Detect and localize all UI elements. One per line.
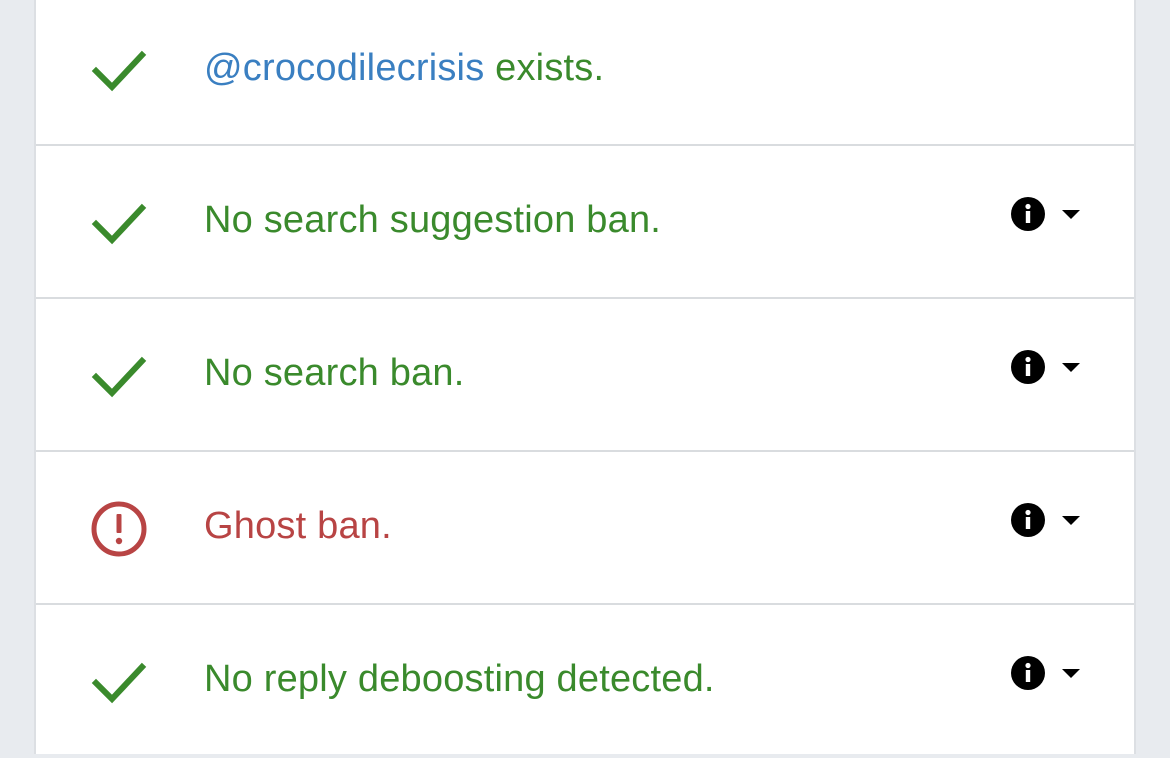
result-row-exists: @crocodilecrisis exists. xyxy=(36,0,1134,146)
result-row-ghost-ban: Ghost ban. xyxy=(36,452,1134,605)
info-icon[interactable] xyxy=(1010,502,1046,538)
details-toggle[interactable] xyxy=(1010,196,1082,232)
results-card: @crocodilecrisis exists. No search sugge… xyxy=(34,0,1136,754)
result-label: No search ban. xyxy=(204,352,465,394)
result-label: Ghost ban. xyxy=(204,505,392,547)
check-icon xyxy=(90,653,148,711)
chevron-down-icon[interactable] xyxy=(1060,514,1082,526)
info-icon[interactable] xyxy=(1010,349,1046,385)
result-row-reply-deboosting: No reply deboosting detected. xyxy=(36,605,1134,758)
info-icon[interactable] xyxy=(1010,655,1046,691)
details-toggle[interactable] xyxy=(1010,349,1082,385)
exists-text: exists. xyxy=(484,47,605,89)
check-icon xyxy=(90,347,148,405)
result-label: No reply deboosting detected. xyxy=(204,658,715,700)
check-icon xyxy=(90,194,148,252)
details-toggle[interactable] xyxy=(1010,655,1082,691)
result-row-search-ban: No search ban. xyxy=(36,299,1134,452)
info-icon[interactable] xyxy=(1010,196,1046,232)
result-row-search-suggestion-ban: No search suggestion ban. xyxy=(36,146,1134,299)
account-handle-link[interactable]: @crocodilecrisis xyxy=(204,47,484,89)
chevron-down-icon[interactable] xyxy=(1060,361,1082,373)
check-icon xyxy=(90,41,148,99)
result-label: No search suggestion ban. xyxy=(204,199,662,241)
details-toggle[interactable] xyxy=(1010,502,1082,538)
alert-circle-icon xyxy=(90,500,148,558)
chevron-down-icon[interactable] xyxy=(1060,667,1082,679)
chevron-down-icon[interactable] xyxy=(1060,208,1082,220)
result-label: @crocodilecrisis exists. xyxy=(204,46,604,90)
